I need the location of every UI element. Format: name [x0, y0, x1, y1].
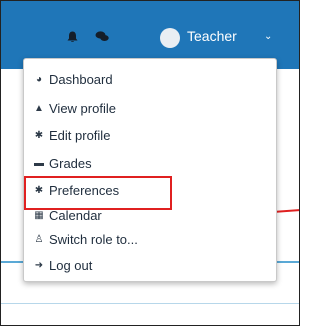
chat-icon[interactable] — [95, 31, 109, 44]
highlight-box — [24, 176, 172, 210]
menu-item-edit-profile[interactable]: ✱ Edit profile — [24, 124, 276, 146]
menu-item-dashboard[interactable]: ◕ Dashboard — [24, 68, 276, 90]
menu-item-label: Log out — [49, 257, 93, 273]
user-outline-icon: ♙ — [34, 233, 44, 245]
cog-icon: ✱ — [34, 129, 44, 141]
menu-item-grades[interactable]: ▬ Grades — [24, 152, 276, 174]
avatar[interactable] — [160, 28, 180, 48]
menu-item-view-profile[interactable]: ▲ View profile — [24, 97, 276, 119]
menu-item-label: Switch role to... — [49, 231, 138, 247]
logout-icon: ➜ — [34, 259, 44, 271]
grades-icon: ▬ — [34, 157, 44, 169]
menu-item-label: Grades — [49, 155, 92, 171]
dashboard-icon: ◕ — [35, 73, 43, 85]
bell-icon[interactable] — [67, 31, 78, 45]
page-divider — [1, 303, 299, 304]
chevron-down-icon[interactable]: ⌄ — [264, 31, 272, 42]
user-dropdown-menu: ◕ Dashboard ▲ View profile ✱ Edit profil… — [23, 58, 277, 282]
menu-item-label: Edit profile — [49, 127, 111, 143]
menu-item-log-out[interactable]: ➜ Log out — [24, 254, 276, 276]
screenshot-frame: Teacher ⌄ ◕ Dashboard ▲ View profile ✱ E… — [0, 0, 300, 326]
menu-item-label: View profile — [49, 100, 116, 116]
menu-item-label: Dashboard — [49, 71, 113, 87]
user-menu-name[interactable]: Teacher — [187, 28, 237, 44]
menu-item-switch-role[interactable]: ♙ Switch role to... — [24, 228, 276, 250]
calendar-icon: ▦ — [34, 209, 44, 221]
user-icon: ▲ — [34, 102, 44, 114]
